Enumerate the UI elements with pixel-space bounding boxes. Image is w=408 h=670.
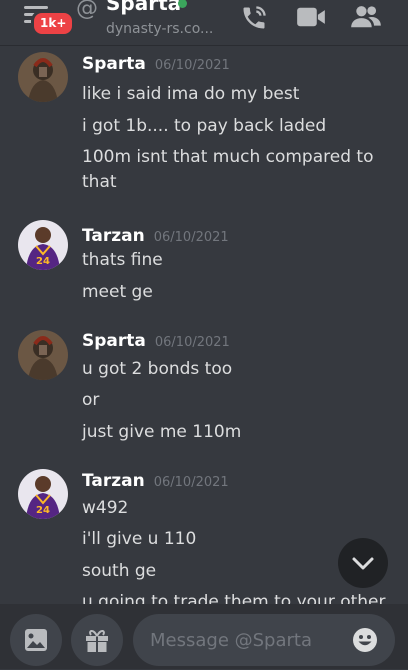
channel-name[interactable]: Sparta	[106, 0, 181, 15]
message-text: u got 2 bonds too	[82, 359, 233, 379]
spartan-avatar[interactable]	[18, 52, 68, 102]
gift-icon	[86, 630, 108, 652]
message-text: just give me 110m	[82, 422, 242, 442]
message-text: thats fine	[82, 250, 163, 270]
message-text: i got 1b.... to pay back laded	[82, 116, 327, 136]
spartan-avatar[interactable]	[18, 330, 68, 380]
message-text: meet ge	[82, 282, 153, 302]
emoji-icon[interactable]	[352, 627, 378, 653]
gift-button[interactable]	[71, 614, 123, 666]
message-text: south ge	[82, 561, 157, 581]
message-author[interactable]: Sparta 06/10/2021	[82, 331, 230, 351]
message-text: w492	[82, 498, 129, 518]
unread-badge: 1k+	[31, 10, 76, 37]
message-text: i'll give u 110	[82, 529, 197, 549]
message-composer	[0, 604, 408, 669]
chevron-down-icon	[352, 557, 374, 570]
jump-to-bottom-button[interactable]	[338, 538, 388, 588]
online-status-dot	[178, 0, 187, 8]
call-icon[interactable]	[240, 4, 268, 32]
lakers-24-avatar[interactable]: 24	[18, 469, 68, 519]
svg-text:24: 24	[36, 256, 50, 267]
at-icon: @	[76, 0, 98, 21]
svg-text:24: 24	[36, 505, 50, 516]
message-timestamp: 06/10/2021	[154, 58, 230, 73]
message-author[interactable]: Sparta 06/10/2021	[82, 54, 230, 74]
message-timestamp: 06/10/2021	[154, 335, 230, 350]
message-text: 100m isnt that much compared to	[82, 147, 374, 167]
message-timestamp: 06/10/2021	[153, 230, 229, 245]
message-author[interactable]: Tarzan 06/10/2021	[82, 471, 229, 491]
video-icon[interactable]	[296, 4, 326, 30]
message-text: that	[82, 172, 117, 192]
attach-image-button[interactable]	[10, 614, 62, 666]
message-list[interactable]: Sparta 06/10/2021 like i said ima do my b…	[0, 46, 408, 604]
message-timestamp: 06/10/2021	[153, 475, 229, 490]
channel-header: 1k+ @ Sparta dynasty-rs.co...	[0, 0, 408, 46]
image-icon	[25, 629, 47, 651]
message-author[interactable]: Tarzan 06/10/2021	[82, 226, 229, 246]
message-text: u going to trade them to your other	[82, 592, 386, 604]
members-icon[interactable]	[350, 4, 382, 30]
lakers-24-avatar[interactable]: 24	[18, 220, 68, 270]
message-text: like i said ima do my best	[82, 84, 300, 104]
channel-subtitle: dynasty-rs.co...	[106, 21, 214, 37]
message-text: or	[82, 390, 100, 410]
